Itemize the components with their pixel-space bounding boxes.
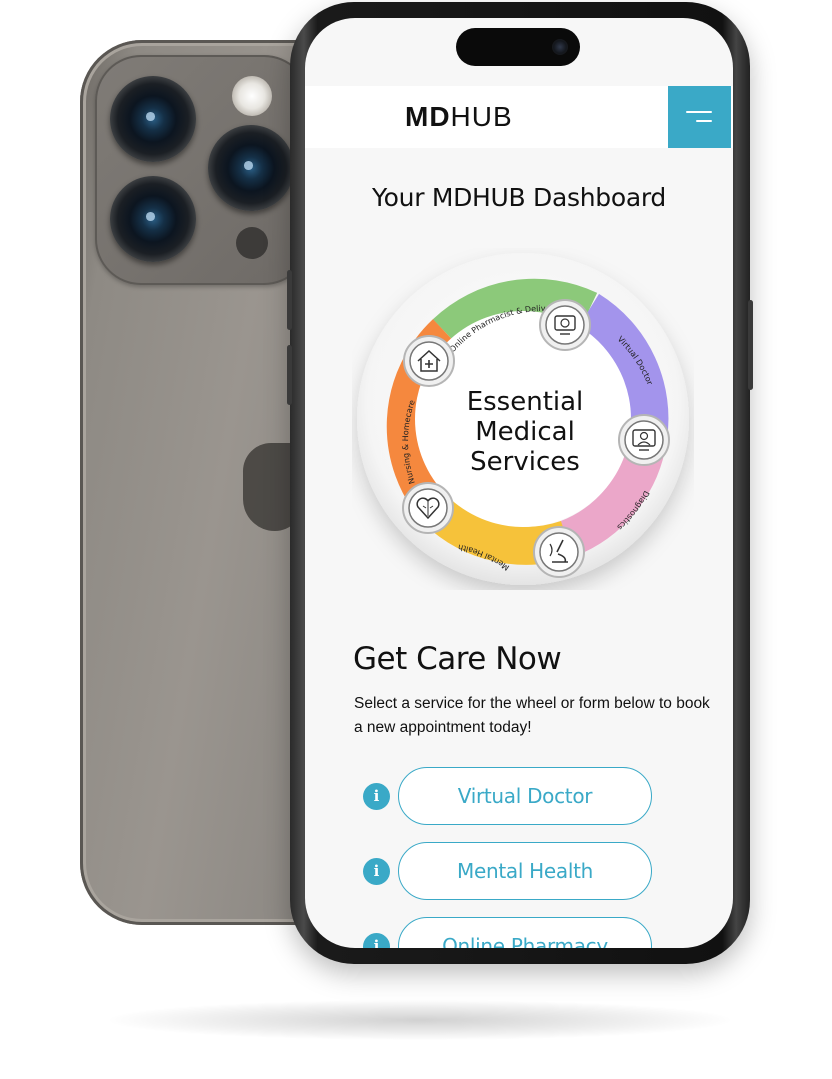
microphone-hole-icon: [236, 227, 268, 259]
get-care-title: Get Care Now: [353, 641, 562, 677]
services-wheel-graphic: Online Pharmacist & Delivery Virtual Doc…: [357, 253, 689, 585]
floor-shadow: [110, 1000, 730, 1040]
camera-lens-icon: [110, 76, 196, 162]
front-camera-icon: [552, 39, 568, 55]
virtual-doctor-button[interactable]: Virtual Doctor: [398, 767, 652, 825]
get-care-intro: Select a service for the wheel or form b…: [354, 695, 710, 736]
camera-lens-icon: [208, 125, 294, 211]
volume-button: [287, 345, 292, 405]
info-icon[interactable]: i: [363, 933, 390, 948]
dynamic-island: [456, 28, 580, 66]
hamburger-menu-icon: [686, 111, 712, 113]
virtual-doctor-icon[interactable]: [618, 414, 670, 466]
mental-health-button[interactable]: Mental Health: [398, 842, 652, 900]
service-row: i Online Pharmacy: [362, 917, 662, 948]
info-icon[interactable]: i: [363, 783, 390, 810]
dashboard-title: Your MDHUB Dashboard: [372, 183, 666, 212]
brand-logo-light: HUB: [450, 101, 513, 132]
brand-logo[interactable]: MDHUB: [405, 100, 513, 134]
service-row: i Virtual Doctor: [362, 767, 662, 825]
pharmacy-icon[interactable]: [539, 299, 591, 351]
camera-lens-icon: [110, 176, 196, 262]
online-pharmacy-button[interactable]: Online Pharmacy: [398, 917, 652, 948]
brand-logo-bold: MD: [405, 101, 451, 132]
microscope-icon[interactable]: [533, 526, 585, 578]
wheel-center-line: Medical: [475, 417, 575, 447]
service-row: i Mental Health: [362, 842, 662, 900]
info-icon[interactable]: i: [363, 858, 390, 885]
wheel-center-line: Services: [470, 447, 580, 477]
home-care-icon[interactable]: [403, 335, 455, 387]
hamburger-menu-button[interactable]: [668, 86, 731, 148]
phone-screen: MDHUB Your MDHUB Dashboard Online Pharma…: [305, 18, 733, 948]
camera-flash-icon: [232, 76, 272, 116]
brain-heart-icon[interactable]: [402, 482, 454, 534]
power-button: [748, 300, 753, 390]
volume-button: [287, 270, 292, 330]
hamburger-menu-icon: [696, 120, 712, 122]
services-wheel[interactable]: Online Pharmacist & Delivery Virtual Doc…: [352, 248, 694, 590]
wheel-center-line: Essential: [467, 387, 584, 417]
